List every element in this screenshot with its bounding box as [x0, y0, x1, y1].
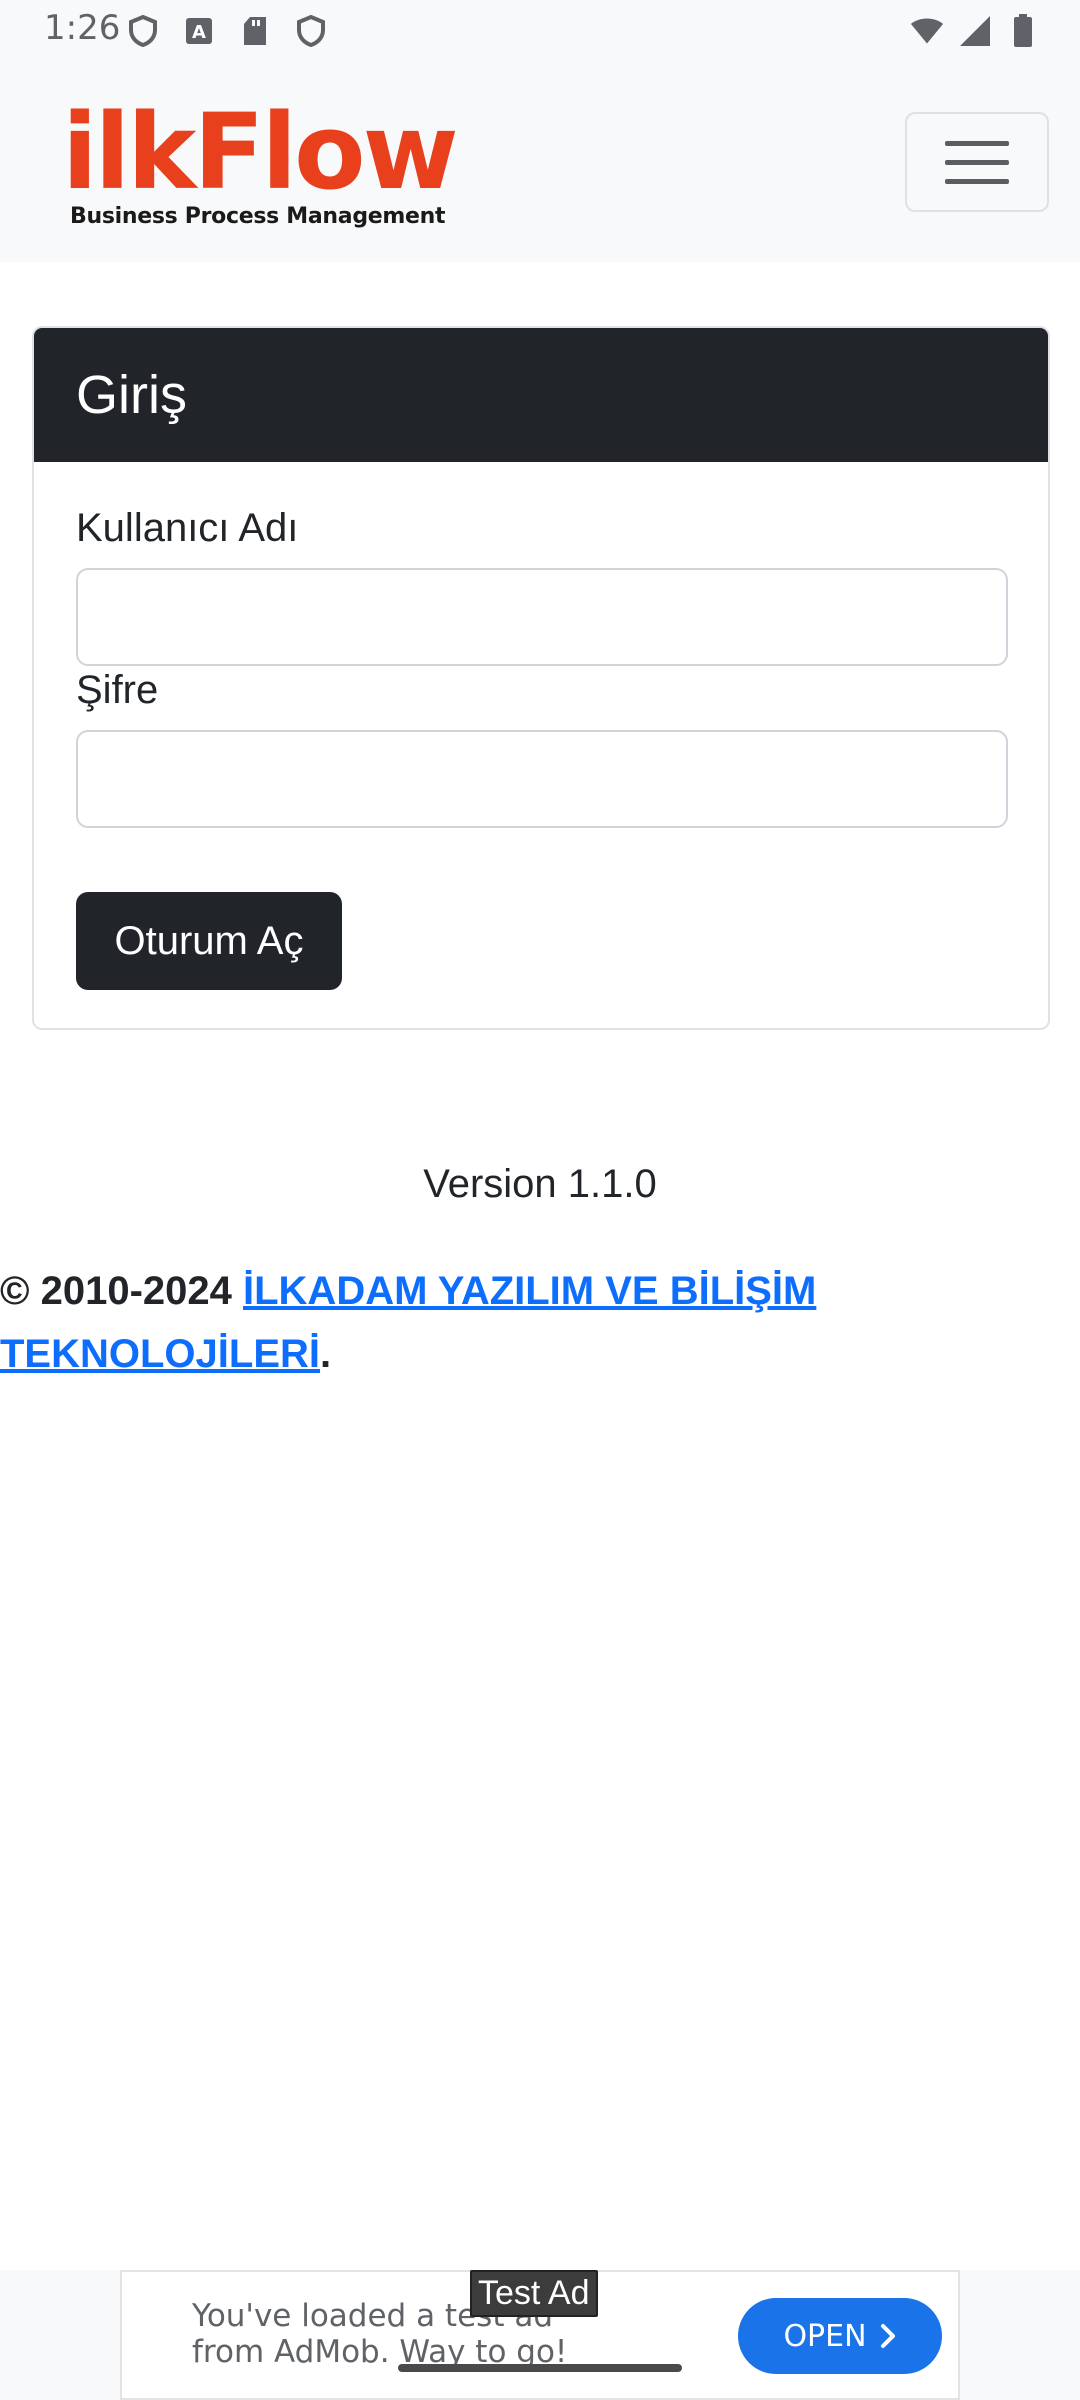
login-button[interactable]: Oturum Aç	[76, 892, 342, 990]
hamburger-icon	[945, 159, 1009, 165]
status-bar: 1:26 A	[0, 0, 1080, 62]
brand-tagline: Business Process Management	[70, 204, 446, 229]
font-a-icon: A	[182, 14, 216, 48]
login-card: Giriş Kullanıcı Adı Şifre Oturum Aç	[32, 326, 1050, 1030]
brand-logo[interactable]: ilkFlow Business Process Management	[62, 91, 459, 229]
version-text: Version 1.1.0	[423, 1162, 657, 1206]
chevron-right-icon	[880, 2324, 895, 2348]
username-input[interactable]	[76, 568, 1008, 666]
ad-open-label: OPEN	[783, 2318, 867, 2354]
ad-banner[interactable]: You've loaded a test ad from AdMob. Way …	[120, 2270, 960, 2400]
brand-name: ilkFlow	[62, 91, 459, 213]
svg-text:A: A	[192, 22, 206, 43]
ad-area: You've loaded a test ad from AdMob. Way …	[0, 2270, 1080, 2400]
card-title: Giriş	[34, 328, 1048, 462]
hamburger-icon	[945, 140, 1009, 146]
hamburger-icon	[945, 178, 1009, 184]
sd-card-icon	[238, 14, 272, 48]
battery-icon	[1006, 14, 1040, 48]
shield-icon	[126, 14, 160, 48]
copyright-suffix: .	[320, 1332, 332, 1376]
test-ad-badge: Test Ad	[470, 2270, 598, 2317]
wifi-icon	[910, 14, 944, 48]
menu-toggle-button[interactable]	[905, 112, 1049, 212]
shield-icon	[294, 14, 328, 48]
status-time: 1:26	[44, 8, 121, 48]
copyright: © 2010-2024 İLKADAM YAZILIM VE BİLİŞİM T…	[0, 1260, 1060, 1386]
ad-open-button[interactable]: OPEN	[738, 2298, 942, 2374]
password-label: Şifre	[76, 668, 159, 712]
status-icons-left: A	[126, 14, 328, 48]
status-icons-right	[910, 14, 1040, 48]
username-label: Kullanıcı Adı	[76, 506, 299, 550]
copyright-prefix: © 2010-2024	[0, 1269, 232, 1313]
signal-icon	[958, 14, 992, 48]
home-indicator[interactable]	[398, 2364, 682, 2372]
navbar: ilkFlow Business Process Management	[0, 62, 1080, 262]
password-input[interactable]	[76, 730, 1008, 828]
